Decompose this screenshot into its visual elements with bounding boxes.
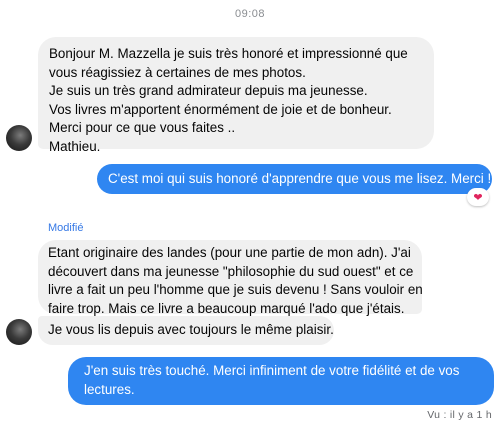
message-line: Je suis un très grand admirateur depuis … <box>49 83 368 99</box>
incoming-message[interactable]: Etant originaire des landes (pour une pa… <box>38 240 423 316</box>
contact-avatar[interactable] <box>6 319 32 345</box>
message-line: lectures. <box>84 381 135 397</box>
message-line: livre a fait un peu l'homme que je suis … <box>48 282 423 298</box>
message-line: Bonjour M. Mazzella je suis très honoré … <box>49 46 408 61</box>
timestamp: 09:08 <box>234 8 266 20</box>
message-line: vous réagissiez à certaines de mes photo… <box>49 64 306 80</box>
edited-label: Modifié <box>48 222 84 234</box>
contact-avatar[interactable] <box>6 125 32 151</box>
incoming-message[interactable]: Je vous lis depuis avec toujours le même… <box>38 316 334 345</box>
outgoing-message[interactable]: J'en suis très touché. Merci infiniment … <box>68 357 494 405</box>
message-line: J'en suis très touché. Merci infiniment … <box>84 363 460 378</box>
outgoing-message[interactable]: C'est moi qui suis honoré d'apprendre qu… <box>97 164 492 194</box>
message-line: Vos livres m'apportent énormément de joi… <box>49 101 392 117</box>
heart-icon[interactable]: ❤ <box>467 188 489 206</box>
seen-status: Vu : il y a 1 h <box>427 409 492 421</box>
message-line: Je vous lis depuis avec toujours le même… <box>48 322 334 337</box>
message-line: C'est moi qui suis honoré d'apprendre qu… <box>108 171 492 186</box>
message-line: Mathieu. <box>49 138 101 154</box>
message-line: Etant originaire des landes (pour une pa… <box>48 245 411 260</box>
message-line: Merci pour ce que vous faites .. <box>49 120 236 136</box>
message-line: découvert dans ma jeunesse "philosophie … <box>48 263 414 279</box>
incoming-message[interactable]: Bonjour M. Mazzella je suis très honoré … <box>38 37 434 154</box>
